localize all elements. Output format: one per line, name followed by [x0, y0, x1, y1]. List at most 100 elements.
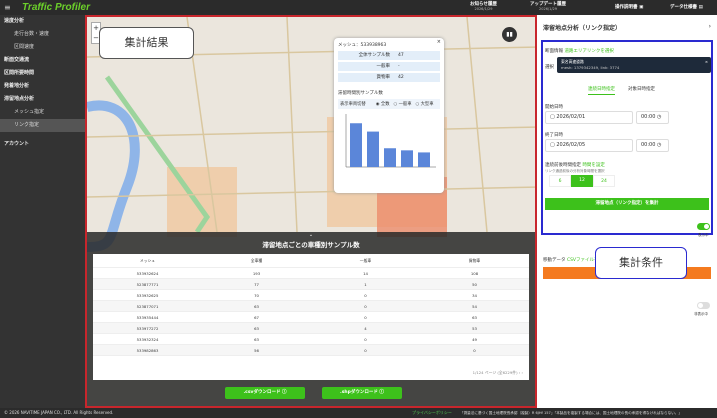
panel-collapse-icon[interactable]: ›	[709, 23, 711, 30]
chip-close-icon[interactable]: ×	[705, 59, 708, 64]
table-cell: 533932625	[136, 293, 159, 298]
footer: © 2026 NAVITIME JAPAN CO., LTD. All Righ…	[0, 408, 717, 418]
chart-bar	[401, 150, 413, 167]
logo: Traffic Profiler	[22, 2, 90, 13]
table-cell: 63	[254, 326, 259, 331]
results-panel: ⌄ 滞留地点ごとの車種別サンプル数 メッシュ 全車種 一般車 貨物車 53393262…	[87, 232, 535, 406]
menu-icon[interactable]: ≡	[4, 3, 11, 12]
table-cell: 70	[254, 293, 259, 298]
map[interactable]: + − ▮▮ × メッシュ：533938963 全体サンプル数 47 一般車 - 貨物車…	[85, 15, 537, 408]
aggregate-button[interactable]: 滞留地点（リンク指定）を集計	[545, 198, 709, 210]
range-setting-link[interactable]: 時間を設定	[582, 163, 605, 168]
sidebar-item[interactable]: 走行台数・速度	[0, 28, 85, 41]
condition-box: 断面情報 道路エリアリンクを選択 選択 東名高速道路 mesh: 13793423…	[541, 40, 713, 235]
hour-option-6[interactable]: 6	[549, 175, 571, 187]
table-cell: 14	[363, 271, 368, 276]
column-header[interactable]: メッシュ	[93, 254, 202, 267]
table-cell: 0	[364, 337, 367, 342]
collapse-chevron-icon[interactable]: ⌄	[87, 232, 535, 238]
end-date-input[interactable]: ▢ 2026/02/05	[545, 139, 633, 152]
news-history[interactable]: お知らせ履歴 2026/1/29	[470, 2, 497, 12]
table-row: 533935444 67 0 63	[93, 312, 529, 323]
table-cell: 0	[364, 348, 367, 353]
column-header[interactable]: 一般車	[311, 254, 420, 267]
privacy-link[interactable]: プライバシーポリシー	[412, 408, 452, 418]
start-date-input[interactable]: ▢ 2026/02/01	[545, 111, 633, 124]
chart-bar	[384, 148, 396, 167]
popup-close-icon[interactable]: ×	[437, 39, 441, 45]
table-cell: 0	[473, 348, 476, 353]
dwell-time-chart	[345, 114, 436, 168]
end-time-input[interactable]: 00:00 ◷	[636, 139, 669, 152]
table-row: 533932624 193 14 108	[93, 268, 529, 279]
table-cell: 63	[254, 304, 259, 309]
select-link[interactable]: 道路エリアリンクを選択	[564, 49, 614, 54]
table-cell: 54	[472, 304, 477, 309]
sidebar-item[interactable]: 滞留地点分析	[0, 93, 85, 106]
popup-mesh-id: メッシュ：533938963	[338, 43, 387, 48]
table-cell: 533935444	[136, 315, 159, 320]
chart-bar	[367, 131, 379, 167]
sidebar-item[interactable]: メッシュ指定	[0, 106, 85, 119]
hour-option-24[interactable]: 24	[593, 175, 615, 187]
display-toggle-on[interactable]	[697, 223, 710, 230]
popup-stat-row: 一般車 -	[338, 62, 440, 71]
sidebar-item[interactable]: 発着地分析	[0, 80, 85, 93]
vehicle-switch-label: 表示車両切替	[340, 102, 366, 107]
table-row: 533977272 63 4 53	[93, 323, 529, 334]
sidebar-item[interactable]: 区間所要時間	[0, 67, 85, 80]
start-time-input[interactable]: 00:00 ◷	[636, 111, 669, 124]
table-cell: 53	[472, 326, 477, 331]
popup-stat-row: 貨物車 42	[338, 73, 440, 82]
sidebar-item[interactable]: 速度分析	[0, 15, 85, 28]
tab-target[interactable]: 対象日時指定	[628, 86, 655, 92]
layer-toggle-button[interactable]: ▮▮	[502, 27, 517, 42]
results-callout: 集計結果	[99, 27, 194, 59]
table-cell: 0	[364, 315, 367, 320]
shp-download-button[interactable]: .shpダウンロード ⓘ	[322, 387, 402, 399]
chart-bar	[418, 152, 430, 167]
table-row: 523877771 77 1 50	[93, 279, 529, 290]
manual-link[interactable]: 操作説明書 ▣	[615, 5, 643, 10]
popup-stat-row: 全体サンプル数 47	[338, 51, 440, 60]
chart-bar	[350, 123, 362, 167]
table-cell: 63	[472, 315, 477, 320]
table-cell: 49	[472, 337, 477, 342]
table-cell: 533932324	[136, 337, 159, 342]
column-header[interactable]: 全車種	[202, 254, 311, 267]
table-row: 533932625 70 0 34	[93, 290, 529, 301]
table-cell: 533982863	[136, 348, 159, 353]
sidebar-item[interactable]: 断面交通流	[0, 54, 85, 67]
mesh-popup: × メッシュ：533938963 全体サンプル数 47 一般車 - 貨物車 42 滞留時間…	[334, 38, 444, 193]
column-header[interactable]: 貨物車	[420, 254, 529, 267]
table-cell: 4	[364, 326, 367, 331]
popup-chart-title: 滞留時間別サンプル数	[338, 91, 383, 96]
update-history[interactable]: アップデート履歴 2026/1/29	[530, 2, 566, 12]
table-cell: 34	[472, 293, 477, 298]
table-cell: 56	[254, 348, 259, 353]
table-cell: 523877771	[136, 282, 159, 287]
hour-option-12[interactable]: 12	[571, 175, 593, 187]
table-cell: 1	[364, 282, 367, 287]
results-table: メッシュ 全車種 一般車 貨物車 533932624 193 14 108 523877771…	[93, 254, 529, 380]
table-cell: 67	[254, 315, 259, 320]
panel-title: 滞留地点分析（リンク指定）	[543, 25, 622, 32]
csv-download-button[interactable]: .csvダウンロード ⓘ	[225, 387, 305, 399]
table-cell: 193	[252, 271, 261, 276]
pagination[interactable]: 1/124 ページ (全6229件) ‹ ›	[473, 370, 523, 376]
sidebar-item[interactable]: 区間速度	[0, 41, 85, 54]
sidebar: 速度分析 走行台数・速度 区間速度 断面交通流 区間所要時間 発着地分析 滞留地点分析 メッシ…	[0, 15, 85, 408]
table-cell: 523877071	[136, 304, 159, 309]
condition-panel: 滞留地点分析（リンク指定） › 断面情報 道路エリアリンクを選択 選択 東名高速…	[537, 15, 717, 408]
sidebar-item[interactable]: リンク指定	[0, 119, 85, 132]
spec-link[interactable]: データ仕様書 ▤	[670, 5, 703, 10]
radio-large[interactable]: ○ 大型車	[416, 101, 434, 107]
table-cell: 533932624	[136, 271, 159, 276]
radio-general[interactable]: ○ 一般車	[394, 101, 412, 107]
tab-continuous[interactable]: 連続日時指定	[588, 86, 615, 95]
top-bar: ≡ Traffic Profiler お知らせ履歴 2026/1/29 アップデー…	[0, 0, 717, 15]
table-cell: 50	[472, 282, 477, 287]
display-toggle-off[interactable]	[697, 302, 710, 309]
sidebar-item[interactable]: アカウント	[0, 138, 85, 151]
radio-all[interactable]: ◉ 全数	[376, 101, 390, 107]
